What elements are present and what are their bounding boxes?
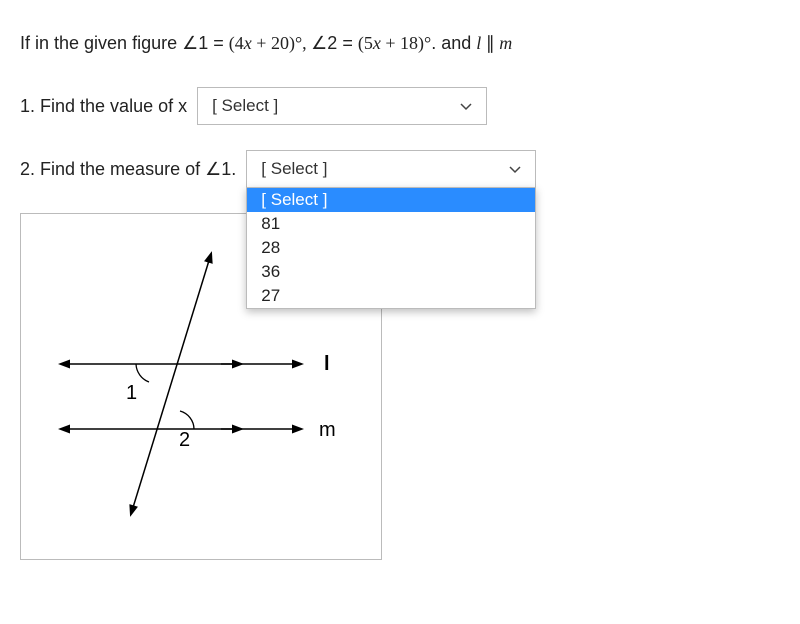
q2-option-27[interactable]: 27 — [247, 284, 535, 308]
question-2-row: 2. Find the measure of ∠1. [ Select ] [ … — [20, 150, 780, 188]
q2-select-value: [ Select ] — [261, 159, 327, 179]
angle2-symbol: ∠2 — [311, 33, 337, 53]
q2-option-28[interactable]: 28 — [247, 236, 535, 260]
q2-option-select[interactable]: [ Select ] — [247, 188, 535, 212]
eq1: = — [213, 33, 229, 53]
q2-label: 2. Find the measure of ∠1. — [20, 159, 236, 180]
q2-select[interactable]: [ Select ] [ Select ] 81 28 36 27 — [246, 150, 536, 188]
q2-option-36[interactable]: 36 — [247, 260, 535, 284]
q1-select-value: [ Select ] — [212, 96, 278, 116]
expr2-mid: + 18) — [381, 33, 424, 53]
q2-dropdown: [ Select ] 81 28 36 27 — [246, 187, 536, 309]
question-1-row: 1. Find the value of x [ Select ] — [20, 87, 780, 125]
stem-m: m — [499, 33, 512, 53]
chevron-down-icon — [509, 161, 521, 177]
stem-par: ∥ — [481, 33, 499, 53]
q1-select[interactable]: [ Select ] — [197, 87, 487, 125]
stem-prefix: If in the given figure — [20, 33, 182, 53]
question-stem: If in the given figure ∠1 = (4x + 20)°, … — [20, 30, 780, 57]
expr2-x: x — [373, 33, 381, 53]
angle-2-label: 2 — [179, 429, 190, 451]
angle1-symbol: ∠1 — [182, 33, 208, 53]
expr1-x: x — [244, 33, 252, 53]
q2-option-81[interactable]: 81 — [247, 212, 535, 236]
expr1-mid: + 20) — [252, 33, 295, 53]
comma: , — [302, 33, 311, 53]
stem-and: . and — [431, 33, 476, 53]
expr1-open: (4 — [229, 33, 244, 53]
q1-label: 1. Find the value of x — [20, 96, 187, 117]
angle-1-label: 1 — [126, 382, 137, 404]
chevron-down-icon — [460, 98, 472, 114]
line-l-label: l — [324, 353, 330, 375]
eq2: = — [342, 33, 358, 53]
line-m-label: m — [319, 419, 336, 441]
expr2-open: (5 — [358, 33, 373, 53]
